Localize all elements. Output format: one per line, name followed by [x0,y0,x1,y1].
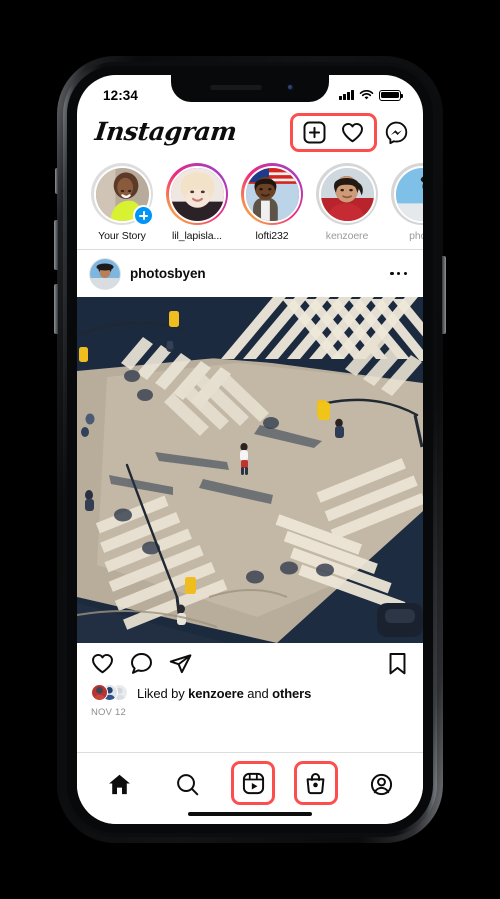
story-item[interactable]: lil_lapisla... [166,163,228,242]
screenshot-root: 12:34 Instagram Your Story lil_lapisla..… [0,0,500,899]
avatar [395,167,423,221]
volume-up-button[interactable] [54,220,58,270]
avatar [92,685,107,700]
liker-avatars [91,684,129,702]
avatar [320,167,374,221]
post-author-avatar[interactable] [90,258,120,289]
home-icon [108,774,130,794]
device-notch [171,75,329,102]
front-camera [286,83,295,92]
tab-shop[interactable] [293,761,338,805]
story-item[interactable]: photo [391,163,423,242]
likes-middle: and [243,685,273,701]
header-actions [290,112,409,152]
app-header: Instagram [77,109,423,155]
add-story-badge[interactable] [133,205,154,226]
story-label: photo [409,230,423,242]
story-label: lil_lapisla... [172,230,222,242]
silent-switch[interactable] [55,168,58,194]
story-avatar [318,165,376,223]
stories-tray[interactable]: Your Story lil_lapisla... lofti232 kenzo… [77,155,423,250]
story-ring [241,163,303,225]
heart-icon[interactable] [90,651,115,676]
search-icon [177,773,199,795]
plus-square-icon[interactable] [302,120,327,145]
story-label: Your Story [98,230,146,242]
avatar [90,258,120,289]
likes-others[interactable]: others [272,686,311,701]
profile-icon [370,773,392,795]
instagram-logo: Instagram [93,116,239,146]
wifi-icon [359,89,374,100]
tab-search[interactable] [163,761,213,807]
post-header: photosbyen [77,250,423,297]
story-ring [166,163,228,225]
avatar [245,167,299,221]
story-avatar [168,165,226,223]
share-paperplane-icon[interactable] [168,651,193,676]
story-ring [316,163,378,225]
tab-profile[interactable] [356,761,406,807]
post-actions [77,643,423,684]
avatar [170,167,224,221]
post-date: NOV 12 [91,707,126,718]
shop-bag-icon [306,772,325,794]
power-button[interactable] [442,256,446,334]
heart-icon[interactable] [340,120,365,145]
story-ring [91,163,154,226]
post-image[interactable] [77,297,423,643]
volume-down-button[interactable] [54,284,58,334]
likes-row[interactable]: Liked by kenzoere and others [77,684,423,702]
story-item[interactable]: lofti232 [241,163,303,242]
tab-reels[interactable] [231,761,275,805]
phone-screen: 12:34 Instagram Your Story lil_lapisla..… [77,75,423,824]
likes-username[interactable]: kenzoere [188,686,244,701]
bookmark-icon[interactable] [385,651,410,676]
status-indicators [339,89,403,101]
tab-home[interactable] [94,761,144,807]
story-ring [391,163,423,225]
home-indicator-bar[interactable] [188,811,312,816]
earpiece-speaker [210,85,262,90]
comment-bubble-icon[interactable] [129,651,154,676]
likes-prefix: Liked by [137,685,189,701]
story-label: kenzoere [325,230,369,242]
status-time: 12:34 [103,87,139,103]
messenger-icon[interactable] [384,120,409,145]
cellular-signal-icon [339,90,354,100]
battery-full-icon [379,89,403,101]
header-highlight-box [290,112,377,152]
avatar [91,684,108,701]
likes-text: Liked by kenzoere and others [137,686,311,701]
story-item[interactable]: kenzoere [316,163,378,242]
reels-icon [242,772,264,794]
crosswalk-aerial-photo [77,297,423,643]
story-item[interactable]: Your Story [91,163,154,242]
story-avatar [243,165,301,223]
ellipsis-icon[interactable] [390,271,410,276]
story-avatar [393,165,423,223]
story-label: lofti232 [255,230,289,242]
post-author-username[interactable]: photosbyen [130,266,380,281]
